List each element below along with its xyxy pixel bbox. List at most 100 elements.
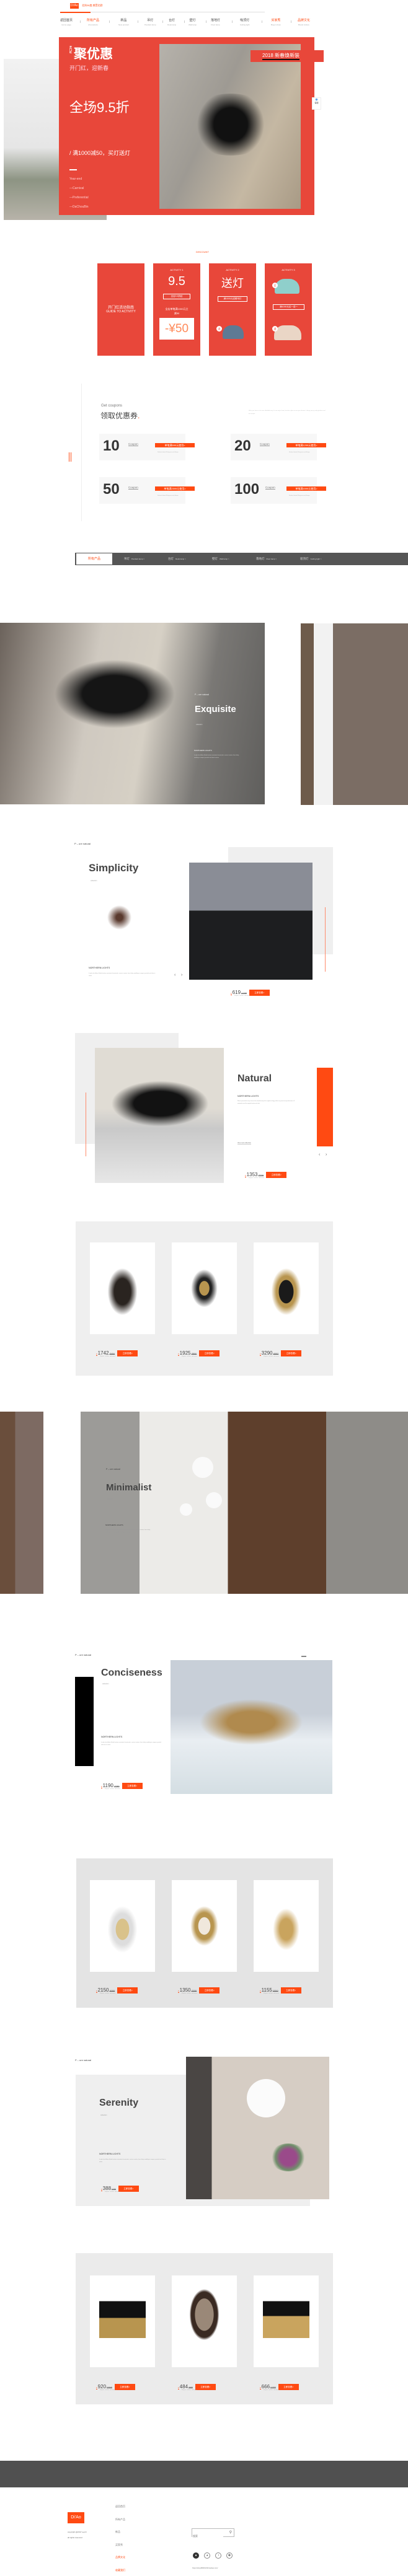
- tab-category[interactable]: 台灯 Desk lamp >: [168, 553, 186, 565]
- product-price: ¥920/1840 Super value release 立即查看>: [96, 2384, 135, 2391]
- product-card[interactable]: [172, 2275, 237, 2367]
- view-now-button[interactable]: 立即查看>: [199, 1987, 220, 1994]
- nav-item[interactable]: 新品 New product: [118, 19, 129, 27]
- customer-service-widget[interactable]: ◉ 客服: [312, 97, 321, 110]
- nav-item[interactable]: 壁灯 Wall lamp: [188, 19, 197, 27]
- footer-search[interactable]: ⚲: [192, 2528, 234, 2540]
- coupon-card[interactable]: 100 Coupon 单笔满4999元使用> Northern latitude 38…: [231, 477, 326, 504]
- nav-item[interactable]: 返回首页 Home page: [60, 19, 73, 27]
- footer-link[interactable]: 买家秀: [115, 2543, 123, 2547]
- activity-title: ACTIVITY 2: [226, 268, 239, 271]
- coupon-card[interactable]: 20 Coupon 单笔满1299元使用> Northern latitude 38 …: [231, 434, 326, 460]
- product-card[interactable]: [254, 1242, 319, 1334]
- view-now-button[interactable]: 立即查看>: [249, 990, 270, 996]
- footer-link[interactable]: 新品: [115, 2530, 120, 2534]
- coupon-claim-button[interactable]: 单笔满599元使用>: [155, 443, 195, 447]
- collection-label: collection: [196, 724, 203, 726]
- product-image: [181, 2288, 228, 2355]
- search-input[interactable]: [192, 2532, 223, 2540]
- prev-arrow[interactable]: ‹: [174, 973, 175, 977]
- northern-lights-label: NORTHERN LIGHTS: [99, 2153, 121, 2155]
- price-subtitle: Super value release: [264, 1993, 280, 1994]
- tab-en: Pendant lamp >: [131, 558, 145, 560]
- view-now-button[interactable]: 立即查看>: [266, 1172, 287, 1178]
- chandelier-shape: [184, 94, 277, 156]
- tab-all-products[interactable]: 所有产品: [76, 553, 112, 565]
- qq-icon[interactable]: ●: [193, 2552, 199, 2559]
- product-card[interactable]: [172, 1880, 237, 1972]
- prev-arrow[interactable]: ‹: [319, 1153, 320, 1157]
- nav-item[interactable]: 台灯 Desk lamp: [167, 19, 176, 27]
- view-now-button[interactable]: 立即查看>: [195, 2384, 216, 2390]
- hero-badge: 2018 新春焕新装: [251, 50, 324, 62]
- next-arrow[interactable]: ›: [326, 1153, 327, 1157]
- view-now-button[interactable]: 立即查看>: [278, 2384, 299, 2390]
- tab-category[interactable]: 壁灯 Wall lamp >: [212, 553, 229, 565]
- price-subtitle: Super value release: [264, 2389, 280, 2391]
- tab-category[interactable]: 吊灯 Pendant lamp >: [124, 553, 144, 565]
- view-now-button[interactable]: 立即查看>: [118, 2186, 139, 2192]
- wechat-icon[interactable]: ◕: [204, 2552, 210, 2559]
- view-now-button[interactable]: 立即查看>: [199, 1350, 220, 1356]
- buy-badge: 买: [272, 283, 278, 288]
- footer-link[interactable]: 收藏我们: [115, 2569, 125, 2572]
- footer-link[interactable]: 返回首页: [115, 2505, 125, 2508]
- footer-link[interactable]: 品牌文化: [115, 2556, 125, 2559]
- price-tag: ¥666/1333 Super value release 立即查看>: [260, 2384, 299, 2391]
- activity-guide-card[interactable]: 开门红活动指南 GUIDE TO ACTIVITY: [97, 263, 144, 356]
- nav-item[interactable]: 品牌文化 Brand culture: [298, 19, 310, 27]
- view-now-button[interactable]: 立即查看>: [117, 1350, 138, 1356]
- product-card[interactable]: [90, 1880, 155, 1972]
- currency-symbol: ¥: [178, 2386, 179, 2389]
- clover-icon[interactable]: ✤: [226, 2552, 233, 2559]
- view-next-collection-link[interactable]: View next collection: [237, 1142, 251, 1145]
- footer-link[interactable]: 所有产品: [115, 2518, 125, 2521]
- shop-url[interactable]: https://shop486391330.taobao.com/: [192, 2567, 218, 2569]
- view-now-button[interactable]: 立即查看>: [114, 2384, 135, 2390]
- conciseness-photo: [171, 1660, 332, 1794]
- product-card[interactable]: [90, 2275, 155, 2367]
- view-now-button[interactable]: 立即查看>: [280, 1987, 301, 1994]
- original-price: /1333: [270, 2386, 276, 2389]
- nav-item[interactable]: 所有产品 All products: [87, 19, 99, 27]
- coupon-claim-button[interactable]: 单笔满2599元使用>: [155, 486, 195, 491]
- coupon-card[interactable]: 10 Coupon 单笔满599元使用> Northern latitude 38 d…: [99, 434, 195, 460]
- activity-title: ACTIVITY 1: [170, 268, 184, 271]
- product-card[interactable]: [254, 2275, 319, 2367]
- gift-badge: 送: [272, 326, 278, 332]
- next-arrow[interactable]: ›: [181, 973, 182, 977]
- price-value: 1742: [97, 1350, 109, 1356]
- view-now-button[interactable]: 立即查看>: [281, 1350, 302, 1356]
- tab-category[interactable]: 落地灯 Floor lamp >: [256, 553, 277, 565]
- currency-symbol: ¥: [231, 992, 232, 995]
- product-card[interactable]: [254, 1880, 319, 1972]
- nav-item[interactable]: 吸顶灯 Ceiling light: [240, 19, 250, 27]
- search-icon[interactable]: ⚲: [229, 2530, 232, 2534]
- view-now-button[interactable]: 立即查看>: [117, 1987, 138, 1994]
- original-price: /4300: [109, 1990, 115, 1992]
- product-image: [99, 1255, 146, 1322]
- nav-item[interactable]: 吊灯 Pendant lamp: [144, 19, 156, 27]
- globe-lamp: [206, 1492, 222, 1508]
- discount-label: DISCOUNT: [196, 250, 209, 253]
- price-tag: ¥1353/2706 Super value release 立即查看>: [245, 1172, 287, 1179]
- nav-item[interactable]: 买家秀 Buyer show: [271, 19, 281, 27]
- activity-1-card[interactable]: ACTIVITY 1 9.5 全店9.5折起 全店单笔满1000元立减50 -¥…: [153, 263, 200, 356]
- weibo-icon[interactable]: ◔: [215, 2552, 221, 2559]
- coupon-card[interactable]: 50 Coupon 单笔满2599元使用> Northern latitude 38 …: [99, 477, 195, 504]
- product-card[interactable]: [90, 1242, 155, 1334]
- activity-2-card[interactable]: ACTIVITY 2 送灯 满1000元送餐吊灯 送: [209, 263, 256, 356]
- coupon-claim-button[interactable]: 单笔满4999元使用>: [286, 486, 326, 491]
- coupon-claim-button[interactable]: 单笔满1299元使用>: [286, 443, 326, 447]
- accent-line: [325, 907, 326, 972]
- nav-item-cn: 返回首页: [60, 19, 73, 22]
- logo[interactable]: Di'Ao: [70, 3, 79, 9]
- activity-3-card[interactable]: ACTIVITY 3 买 满1000元买一送一 送: [265, 263, 312, 356]
- view-now-button[interactable]: 立即查看>: [122, 1783, 143, 1789]
- price-tag: ¥3290/6582 Super value release 立即查看>: [260, 1350, 302, 1357]
- flower-vase: [270, 2143, 307, 2171]
- nav-item[interactable]: 落地灯 Floor lamp: [211, 19, 220, 27]
- footer-logo[interactable]: Di'Ao: [68, 2512, 84, 2523]
- product-card[interactable]: [172, 1242, 237, 1334]
- tab-category[interactable]: 吸顶灯 Ceiling light >: [300, 553, 322, 565]
